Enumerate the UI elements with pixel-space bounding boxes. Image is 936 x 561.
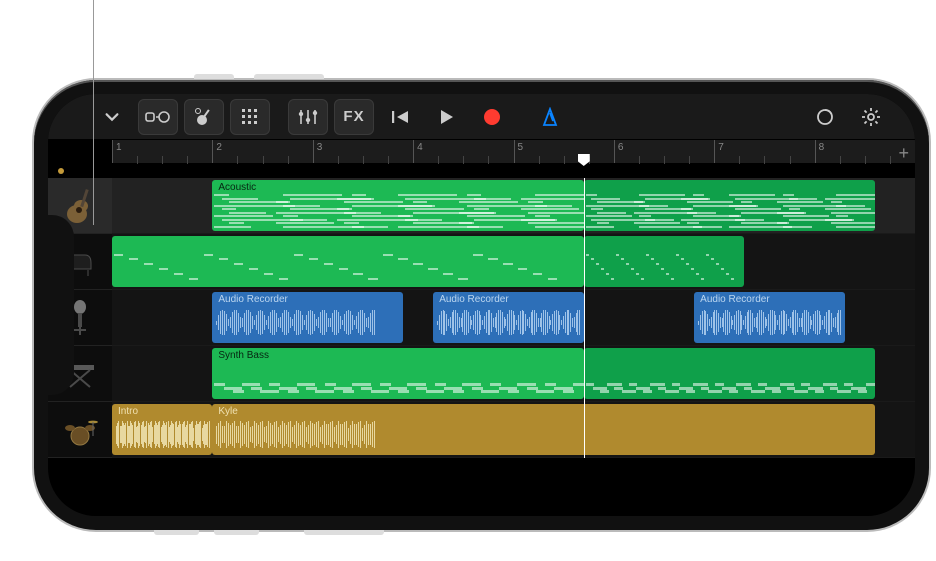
metronome-icon: [540, 107, 560, 127]
track-lane[interactable]: Acoustic: [112, 178, 915, 234]
record-icon: [483, 108, 501, 126]
screen: FX + 12345678 AcousticAudio RecorderAudi…: [48, 94, 915, 516]
track-lane[interactable]: [112, 234, 915, 290]
play-icon: [438, 109, 454, 125]
region[interactable]: Kyle: [212, 404, 874, 455]
timeline-ruler[interactable]: + 1 2 3 4 5 6 7 8: [112, 140, 915, 164]
tracks-area: AcousticAudio RecorderAudio RecorderAudi…: [48, 178, 915, 458]
region[interactable]: Audio Recorder: [694, 292, 845, 343]
region[interactable]: [584, 348, 875, 399]
region-label: Acoustic: [218, 182, 256, 193]
track-lane[interactable]: Intro Kyle: [112, 402, 915, 458]
record-button[interactable]: [472, 99, 512, 135]
region[interactable]: [584, 236, 745, 287]
ruler-bar-number: 6: [618, 142, 624, 153]
loop-browser-button[interactable]: [805, 99, 845, 135]
instrument-button[interactable]: [184, 99, 224, 135]
ruler-bar-number: 1: [116, 142, 122, 153]
fx-button[interactable]: FX: [334, 99, 374, 135]
tracks-grid-button[interactable]: [230, 99, 270, 135]
section-row: [112, 164, 915, 178]
ruler-bar-number: 2: [216, 142, 222, 153]
region-label: Audio Recorder: [439, 294, 508, 305]
loop-icon: [815, 107, 835, 127]
region[interactable]: Intro: [112, 404, 212, 455]
region[interactable]: [584, 180, 875, 231]
device-frame: FX + 12345678 AcousticAudio RecorderAudi…: [34, 80, 929, 530]
region-label: Kyle: [218, 406, 237, 417]
add-section-button[interactable]: +: [898, 143, 909, 164]
browser-button[interactable]: [138, 99, 178, 135]
ruler-bar-number: 3: [317, 142, 323, 153]
play-button[interactable]: [426, 99, 466, 135]
device-notch: [48, 215, 74, 395]
fx-icon: FX: [343, 108, 364, 125]
ruler-bar-number: 5: [518, 142, 524, 153]
rewind-button[interactable]: [380, 99, 420, 135]
ruler-bar-number: 8: [819, 142, 825, 153]
track-controls-button[interactable]: [288, 99, 328, 135]
region-label: Intro: [118, 406, 138, 417]
region[interactable]: Audio Recorder: [212, 292, 403, 343]
region[interactable]: Audio Recorder: [433, 292, 584, 343]
region-label: Audio Recorder: [218, 294, 287, 305]
metronome-button[interactable]: [530, 99, 570, 135]
track-header-drums[interactable]: [48, 402, 112, 458]
drum-kit-icon: [61, 414, 99, 446]
guitar-icon: [194, 107, 214, 127]
toolbar: FX: [48, 94, 915, 140]
rewind-icon: [390, 109, 410, 125]
section-marker[interactable]: [58, 168, 64, 174]
track-lanes[interactable]: AcousticAudio RecorderAudio RecorderAudi…: [112, 178, 915, 458]
region-label: Synth Bass: [218, 350, 269, 361]
acoustic-guitar-icon: [63, 186, 97, 226]
region[interactable]: Synth Bass: [212, 348, 583, 399]
chevron-down-icon: [103, 108, 121, 126]
region[interactable]: [112, 236, 584, 287]
settings-button[interactable]: [851, 99, 891, 135]
track-lane[interactable]: Audio Recorder Audio Recorder Audio Record…: [112, 290, 915, 346]
callout-line: [93, 0, 94, 225]
mixer-icon: [297, 108, 319, 126]
browser-icon: [145, 109, 171, 125]
grid-icon: [241, 108, 259, 126]
my-songs-button[interactable]: [92, 99, 132, 135]
region-label: Audio Recorder: [700, 294, 769, 305]
track-lane[interactable]: Synth Bass: [112, 346, 915, 402]
ruler-bar-number: 4: [417, 142, 423, 153]
region[interactable]: Acoustic: [212, 180, 583, 231]
gear-icon: [861, 107, 881, 127]
ruler-bar-number: 7: [718, 142, 724, 153]
